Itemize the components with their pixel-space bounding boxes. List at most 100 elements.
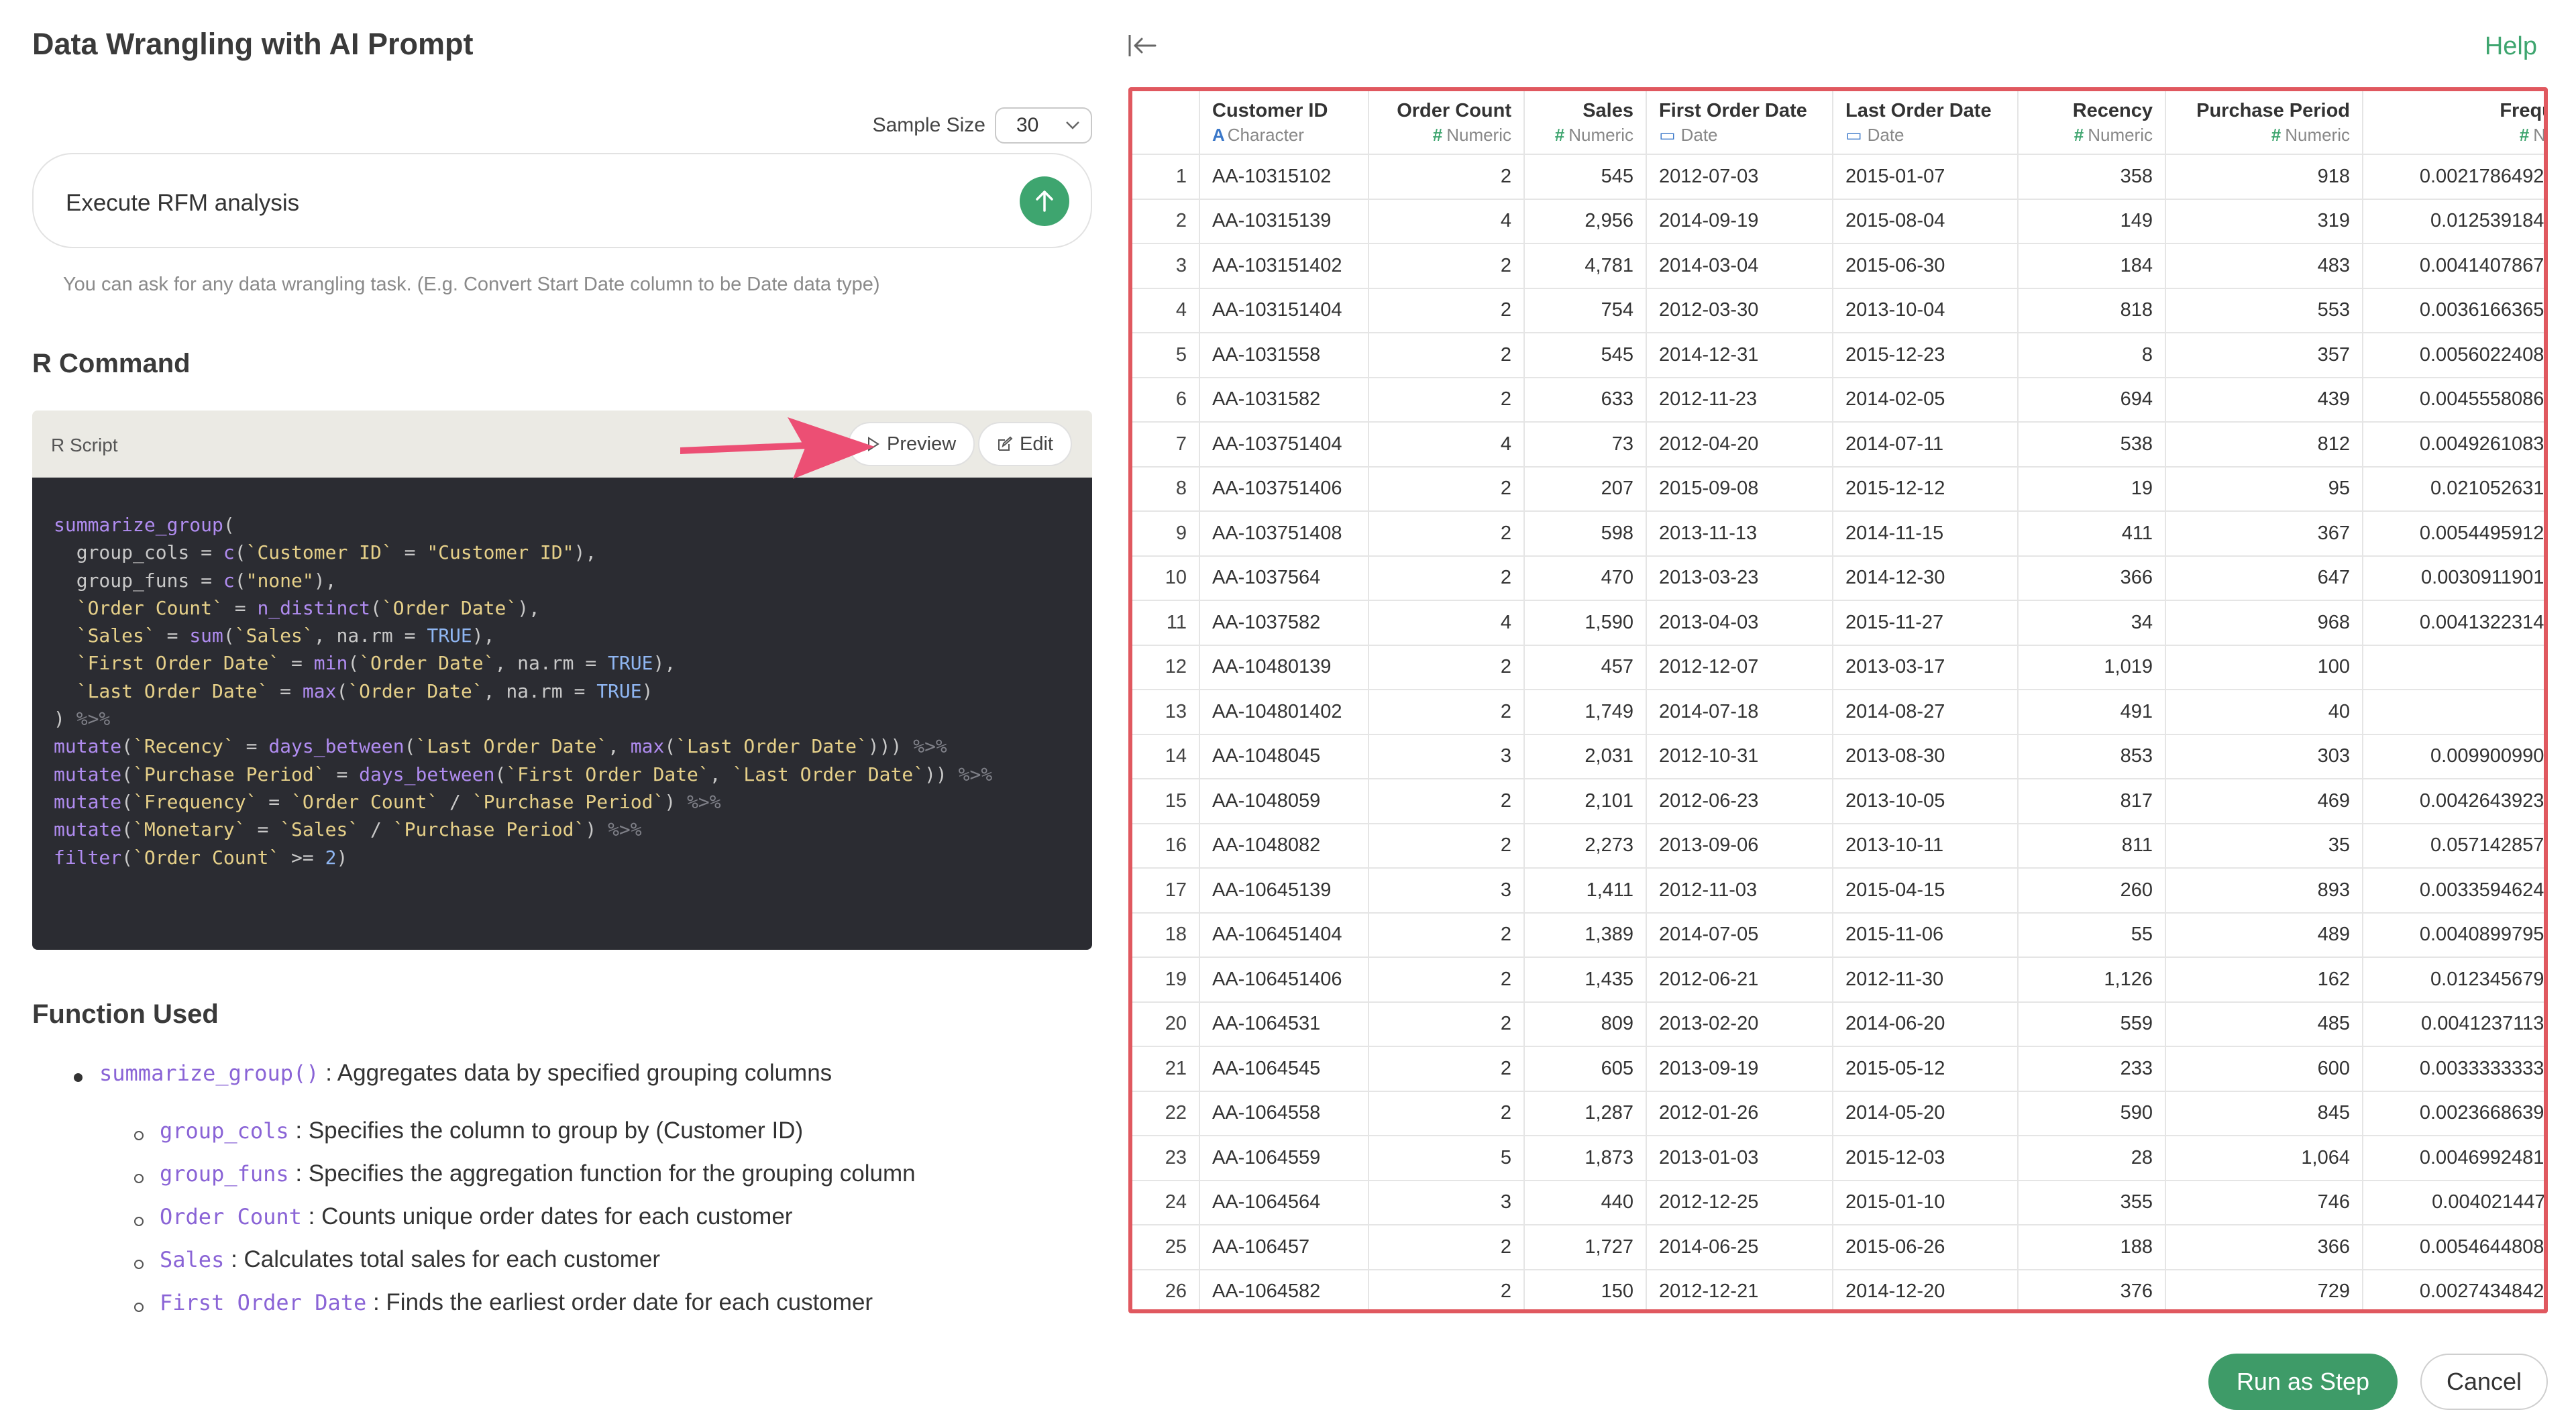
table-cell: 754 (1524, 288, 1647, 333)
table-cell: AA-10315102 (1199, 154, 1369, 200)
cancel-button[interactable]: Cancel (2420, 1354, 2548, 1410)
table-cell: 809 (1524, 1001, 1647, 1047)
table-cell: 2013-09-06 (1646, 823, 1833, 869)
table-row: 13 AA-104801402 2 1,749 2014-07-18 2014-08-27… (1132, 690, 2544, 735)
table-cell: 2012-10-31 (1646, 734, 1833, 779)
sample-size-value: 30 (1016, 114, 1039, 136)
prompt-hint: You can ask for any data wrangling task.… (63, 274, 880, 295)
column-header[interactable]: Purchase Period # Numeric (2165, 91, 2363, 155)
preview-table-frame: Customer ID A Character Order Count # Numeri… (1128, 87, 2548, 1313)
table-cell: 184 (2018, 243, 2166, 289)
edit-button[interactable]: Edit (978, 422, 1072, 466)
table-row: 7 AA-103751404 4 73 2012-04-20 2014-07-11 538 8… (1132, 422, 2544, 468)
table-cell: 3 (1368, 734, 1525, 779)
row-index: 17 (1132, 868, 1200, 914)
table-row: 26 AA-1064582 2 150 2012-12-21 2014-12-20 376 7… (1132, 1269, 2544, 1309)
item-name: Sales (160, 1247, 225, 1272)
table-cell: 694 (2018, 377, 2166, 423)
column-header[interactable]: First Order Date ▭ Date (1646, 91, 1833, 155)
table-cell: AA-1064545 (1199, 1046, 1369, 1092)
table-cell: 485 (2165, 1001, 2363, 1047)
table-cell: 457 (1524, 645, 1647, 690)
table-cell: 2 (1368, 1269, 1525, 1309)
table-cell: 4,781 (1524, 243, 1647, 289)
help-link[interactable]: Help (2485, 32, 2537, 61)
table-cell: 893 (2165, 868, 2363, 914)
column-header[interactable]: Customer ID A Character (1199, 91, 1369, 155)
sample-size-select[interactable]: 30 (995, 107, 1092, 144)
send-button[interactable] (1020, 176, 1069, 226)
table-cell: 1,411 (1524, 868, 1647, 914)
column-header[interactable]: Frequency#Numeric (2363, 91, 2544, 155)
table-cell: AA-1048045 (1199, 734, 1369, 779)
table-cell: 2012-12-25 (1646, 1180, 1833, 1225)
table-cell: 2012-11-30 (1833, 957, 2019, 1003)
table-row: 12 AA-10480139 2 457 2012-12-07 2013-03-17 1,0… (1132, 645, 2544, 690)
table-cell: AA-1037582 (1199, 600, 1369, 646)
table-cell: 0.003333333333333 (2363, 1046, 2544, 1092)
table-cell: 366 (2165, 1225, 2363, 1270)
ring-bullet-icon (134, 1174, 144, 1183)
table-cell: 2012-12-07 (1646, 645, 1833, 690)
calendar-icon: ▭ (1845, 124, 1862, 145)
table-cell: 0.004123711340206 (2363, 1001, 2544, 1047)
table-cell: 2015-12-12 (1833, 466, 2019, 512)
column-header[interactable]: Order Count # Numeric (1368, 91, 1525, 155)
table-cell: 2,273 (1524, 823, 1647, 869)
table-row: 5 AA-1031558 2 545 2014-12-31 2015-12-23 8 357 0… (1132, 333, 2544, 378)
table-cell: 559 (2018, 1001, 2166, 1047)
table-cell: 2012-01-26 (1646, 1091, 1833, 1136)
numeric-type-icon: # (1432, 124, 1443, 145)
table-cell: 0.004926108374384 (2363, 422, 2544, 468)
table-cell: 358 (2018, 154, 2166, 200)
collapse-panel-icon[interactable] (1127, 32, 1158, 59)
ring-bullet-icon (134, 1217, 144, 1226)
table-cell: 4 (1368, 422, 1525, 468)
table-cell: 2 (1368, 333, 1525, 378)
table-cell: 2 (1368, 243, 1525, 289)
table-row: 10 AA-1037564 2 470 2013-03-23 2014-12-30 366 6… (1132, 555, 2544, 601)
function-desc: : Aggregates data by specified grouping … (325, 1060, 833, 1086)
column-header[interactable]: Sales # Numeric (1524, 91, 1647, 155)
table-cell: AA-103751408 (1199, 511, 1369, 557)
table-cell: 2 (1368, 1091, 1525, 1136)
table-cell: 5 (1368, 1136, 1525, 1181)
table-cell: 2014-12-20 (1833, 1269, 2019, 1309)
table-cell: 2014-08-27 (1833, 690, 2019, 735)
table-cell: 0.00402144772118 (2363, 1180, 2544, 1225)
column-header[interactable]: Last Order Date ▭ Date (1833, 91, 2019, 155)
table-cell: AA-1064531 (1199, 1001, 1369, 1047)
table-cell: 2015-06-30 (1833, 243, 2019, 289)
table-cell: 918 (2165, 154, 2363, 200)
character-type-icon: A (1212, 124, 1225, 145)
table-cell: 2014-07-11 (1833, 422, 2019, 468)
table-cell: 1,590 (1524, 600, 1647, 646)
table-cell: AA-106457 (1199, 1225, 1369, 1270)
ring-bullet-icon (134, 1131, 144, 1140)
table-cell: 439 (2165, 377, 2363, 423)
table-cell: 0.05714285714286 (2363, 823, 2544, 869)
prompt-input[interactable]: Execute RFM analysis (32, 153, 1092, 248)
table-cell: 812 (2165, 422, 2363, 468)
table-cell: 2015-04-15 (1833, 868, 2019, 914)
table-header-row: Customer ID A Character Order Count # Numeri… (1132, 91, 2544, 155)
table-row: 1 AA-10315102 2 545 2012-07-03 2015-01-07 358 9… (1132, 154, 2544, 200)
preview-label: Preview (887, 433, 957, 455)
run-as-step-button[interactable]: Run as Step (2208, 1354, 2398, 1410)
table-cell: 2014-11-15 (1833, 511, 2019, 557)
table-cell: 95 (2165, 466, 2363, 512)
table-cell: 845 (2165, 1091, 2363, 1136)
row-index: 2 (1132, 199, 1200, 244)
table-row: 24 AA-1064564 3 440 2012-12-25 2015-01-10 355 7… (1132, 1180, 2544, 1225)
table-cell: 1,435 (1524, 957, 1647, 1003)
table-cell: 207 (1524, 466, 1647, 512)
row-index: 23 (1132, 1136, 1200, 1181)
table-cell: AA-1064559 (1199, 1136, 1369, 1181)
table-cell: AA-1048059 (1199, 779, 1369, 824)
table-cell: 2013-03-23 (1646, 555, 1833, 601)
column-header[interactable]: Recency # Numeric (2018, 91, 2166, 155)
table-cell: 1,287 (1524, 1091, 1647, 1136)
item-desc: : Finds the earliest order date for each… (372, 1289, 873, 1315)
table-cell: 0.002366863905325 (2363, 1091, 2544, 1136)
edit-icon (998, 436, 1013, 451)
